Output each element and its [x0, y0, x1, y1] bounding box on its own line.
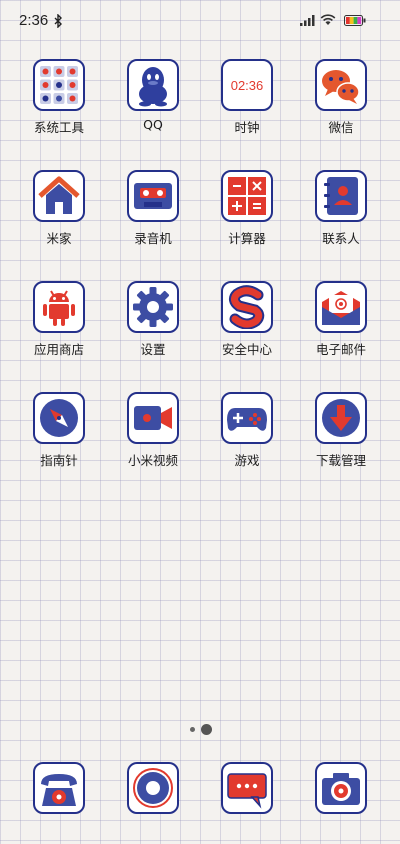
telephone-icon	[33, 762, 85, 814]
gamepad-icon	[221, 392, 273, 444]
home-icon	[33, 170, 85, 222]
app-app-store[interactable]: 应用商店	[19, 281, 99, 358]
app-calculator[interactable]: 计算器	[207, 170, 287, 247]
app-label: 小米视频	[127, 453, 178, 468]
app-security-center[interactable]: 安全中心	[207, 281, 287, 358]
app-label: 计算器	[228, 231, 266, 246]
contacts-book-icon	[315, 170, 367, 222]
email-envelope-icon	[315, 281, 367, 333]
wechat-icon	[315, 59, 367, 111]
qq-penguin-icon	[127, 59, 179, 111]
page-indicator[interactable]	[0, 722, 400, 738]
app-label: 时钟	[234, 120, 260, 135]
app-recorder[interactable]: 录音机	[113, 170, 193, 247]
compass-icon	[33, 392, 85, 444]
app-system-tools[interactable]: 系统工具	[19, 59, 99, 136]
app-mijia[interactable]: 米家	[19, 170, 99, 247]
page-dot-1[interactable]	[190, 727, 195, 732]
app-wechat[interactable]: 微信	[301, 59, 381, 136]
app-label: 电子邮件	[315, 342, 366, 357]
app-label: QQ	[143, 117, 163, 132]
bluetooth-icon	[54, 14, 62, 28]
security-s-icon	[221, 281, 273, 333]
camera-icon	[315, 762, 367, 814]
dock-messages[interactable]	[207, 762, 287, 814]
browser-ring-icon	[127, 762, 179, 814]
dock-camera[interactable]	[301, 762, 381, 814]
video-camera-icon	[127, 392, 179, 444]
app-settings[interactable]: 设置	[113, 281, 193, 358]
app-label: 下载管理	[315, 453, 366, 468]
status-bar: 2:36	[0, 0, 400, 44]
app-label: 米家	[46, 231, 72, 246]
clock-display: 02:36	[231, 78, 264, 93]
page-dot-2-current[interactable]	[201, 724, 212, 735]
app-compass[interactable]: 指南针	[19, 392, 99, 469]
wifi-icon	[320, 14, 336, 25]
system-tools-folder-icon	[33, 59, 85, 111]
app-label: 系统工具	[33, 120, 84, 135]
dock-browser[interactable]	[113, 762, 193, 814]
app-email[interactable]: 电子邮件	[301, 281, 381, 358]
app-downloads[interactable]: 下载管理	[301, 392, 381, 469]
app-label: 安全中心	[221, 342, 272, 357]
app-mi-video[interactable]: 小米视频	[113, 392, 193, 469]
app-label: 指南针	[40, 453, 78, 468]
gear-icon	[127, 281, 179, 333]
app-label: 联系人	[322, 231, 360, 246]
app-label: 设置	[140, 342, 166, 357]
status-time: 2:36	[19, 12, 49, 29]
app-label: 录音机	[134, 231, 172, 246]
clock-icon: 02:36	[221, 59, 273, 111]
message-bubble-icon	[221, 762, 273, 814]
app-label: 微信	[328, 120, 354, 135]
calculator-icon	[221, 170, 273, 222]
app-qq[interactable]: QQ	[113, 59, 193, 132]
app-label: 游戏	[234, 453, 260, 468]
battery-icon	[344, 15, 366, 26]
app-label: 应用商店	[33, 342, 84, 357]
app-contacts[interactable]: 联系人	[301, 170, 381, 247]
app-clock[interactable]: 02:36 时钟	[207, 59, 287, 136]
cassette-recorder-icon	[127, 170, 179, 222]
download-arrow-icon	[315, 392, 367, 444]
dock-phone[interactable]	[19, 762, 99, 814]
signal-icon	[300, 15, 315, 26]
app-games[interactable]: 游戏	[207, 392, 287, 469]
android-robot-icon	[33, 281, 85, 333]
